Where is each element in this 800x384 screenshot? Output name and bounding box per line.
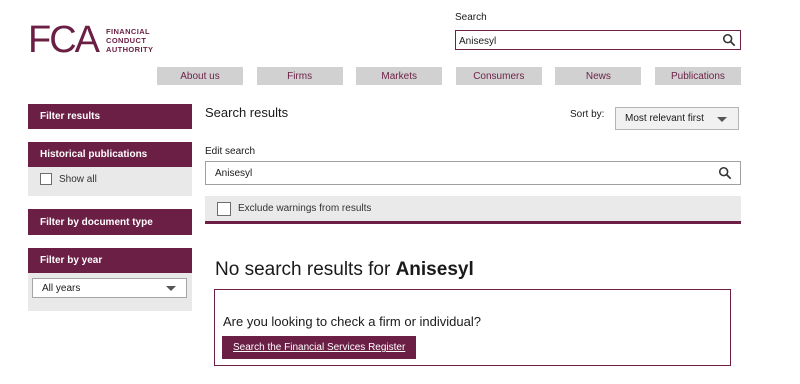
filter-by-year-heading[interactable]: Filter by year — [28, 248, 192, 273]
exclude-warnings-label: Exclude warnings from results — [238, 203, 372, 214]
sort-select[interactable]: Most relevant first — [615, 107, 739, 130]
logo-line-1: FINANCIAL — [106, 26, 151, 36]
nav-about-us[interactable]: About us — [157, 67, 243, 85]
logo-line-3: AUTHORITY — [106, 44, 154, 54]
main-nav: About us Firms Markets Consumers News Pu… — [157, 67, 741, 85]
search-icon[interactable] — [718, 166, 732, 180]
top-search-box — [455, 30, 741, 51]
logo-mark: FCA — [28, 19, 100, 61]
no-results-prefix: No search results for — [215, 259, 396, 280]
chevron-down-icon — [717, 117, 727, 122]
sort-label: Sort by: — [570, 109, 605, 120]
no-results-heading: No search results for Anisesyl — [215, 259, 474, 281]
logo-text: FINANCIAL CONDUCT AUTHORITY — [106, 27, 153, 54]
search-icon[interactable] — [722, 33, 736, 47]
sort-select-value: Most relevant first — [625, 113, 704, 124]
edit-search-box — [205, 161, 741, 185]
chevron-down-icon — [166, 286, 176, 291]
nav-publications[interactable]: Publications — [654, 67, 741, 85]
show-all-checkbox[interactable] — [40, 173, 52, 185]
nav-firms[interactable]: Firms — [256, 67, 343, 85]
edit-search-label: Edit search — [205, 146, 256, 157]
page-title: Search results — [205, 105, 289, 120]
search-label: Search — [455, 12, 487, 23]
check-firm-panel: Are you looking to check a firm or indiv… — [214, 289, 731, 366]
fca-logo[interactable]: FCA FINANCIAL CONDUCT AUTHORITY — [28, 20, 168, 60]
edit-search-input[interactable] — [206, 162, 706, 184]
show-all-option[interactable]: Show all — [40, 173, 97, 185]
filter-results-heading[interactable]: Filter results — [28, 104, 192, 129]
historical-panel: Show all — [28, 167, 192, 196]
check-firm-question: Are you looking to check a firm or indiv… — [223, 314, 481, 329]
nav-news[interactable]: News — [555, 67, 642, 85]
exclude-warnings-checkbox[interactable] — [217, 201, 231, 216]
year-select[interactable]: All years — [32, 278, 187, 298]
logo-line-2: CONDUCT — [106, 35, 147, 45]
show-all-label: Show all — [59, 173, 97, 185]
nav-consumers[interactable]: Consumers — [455, 67, 542, 85]
historical-publications-heading[interactable]: Historical publications — [28, 142, 192, 167]
year-select-value: All years — [42, 282, 81, 294]
top-search-input[interactable] — [456, 32, 716, 51]
year-panel: All years — [28, 273, 192, 311]
no-results-term: Anisesyl — [395, 259, 474, 280]
search-register-button[interactable]: Search the Financial Services Register — [222, 336, 417, 359]
exclude-warnings-row[interactable]: Exclude warnings from results — [205, 196, 741, 224]
nav-markets[interactable]: Markets — [356, 67, 443, 85]
document-type-heading[interactable]: Filter by document type — [28, 209, 192, 235]
